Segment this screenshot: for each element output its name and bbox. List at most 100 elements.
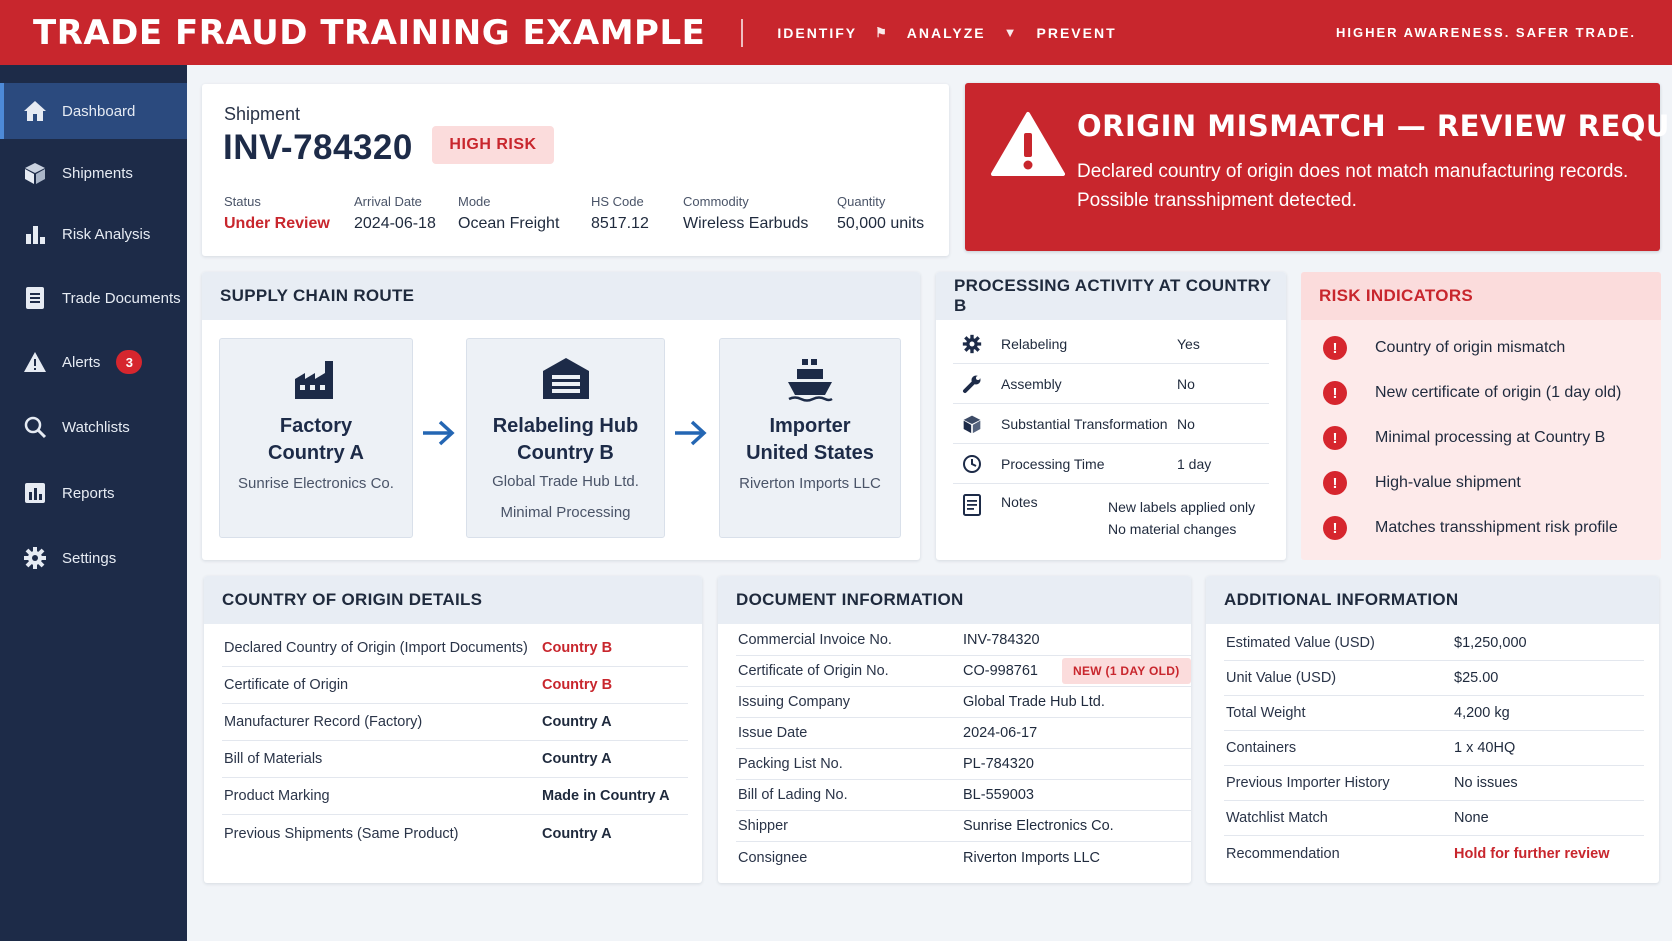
document-row: Packing List No. PL-784320 [736, 749, 1191, 780]
origin-row: Product Marking Made in Country A [222, 778, 688, 815]
sidebar-item-label: Settings [62, 549, 117, 567]
country-of-origin-card: COUNTRY OF ORIGIN DETAILS Declared Count… [204, 576, 702, 883]
gear-icon [22, 545, 48, 571]
route-node-importer[interactable]: Importer United States Riverton Imports … [719, 338, 901, 538]
field-key: Arrival Date [354, 194, 422, 209]
origin-key: Certificate of Origin [224, 677, 349, 693]
risk-indicator-item: ! High-value shipment [1323, 468, 1521, 498]
alert-circle-icon: ! [1323, 471, 1347, 495]
document-value: PL-784320 [963, 756, 1034, 772]
node-title-line: Country A [268, 442, 364, 464]
sidebar-item-dashboard[interactable]: Dashboard [0, 83, 187, 139]
sidebar-item-risk-analysis[interactable]: Risk Analysis [0, 206, 187, 262]
document-row: Consignee Riverton Imports LLC [736, 842, 1191, 873]
sidebar-item-shipments[interactable]: Shipments [0, 145, 187, 201]
origin-row: Previous Shipments (Same Product) Countr… [222, 815, 688, 852]
processing-key: Processing Time [1001, 455, 1105, 472]
document-row: Issuing Company Global Trade Hub Ltd. [736, 687, 1191, 718]
additional-key: Total Weight [1226, 705, 1306, 721]
flag-icon: ⚑ [875, 24, 889, 40]
document-value: 2024-06-17 [963, 725, 1038, 741]
origin-value: Made in Country A [542, 788, 670, 804]
origin-value: Country A [542, 825, 612, 842]
processing-value: No [1177, 415, 1195, 432]
document-value: Sunrise Electronics Co. [963, 818, 1114, 834]
processing-value: Yes [1177, 335, 1200, 352]
arrow-right-icon [423, 420, 455, 446]
origin-value: Country B [542, 677, 613, 693]
field-value: 8517.12 [591, 215, 649, 232]
risk-indicator-item: ! New certificate of origin (1 day old) [1323, 378, 1621, 408]
node-title-line: Relabeling Hub [492, 415, 639, 437]
section-title: DOCUMENT INFORMATION [718, 576, 1191, 624]
sidebar-item-label: Alerts [62, 353, 101, 371]
processing-key: Relabeling [1001, 335, 1068, 352]
additional-key: Estimated Value (USD) [1226, 635, 1375, 651]
document-key: Packing List No. [738, 756, 843, 772]
alert-circle-icon: ! [1323, 381, 1347, 405]
sidebar-item-alerts[interactable]: Alerts 3 [0, 334, 187, 390]
ship-icon [788, 359, 833, 402]
route-node-relabeling-hub[interactable]: Relabeling Hub Country B Global Trade Hu… [466, 338, 665, 538]
origin-row: Declared Country of Origin (Import Docum… [222, 630, 688, 667]
sidebar-item-reports[interactable]: Reports [0, 465, 187, 521]
alert-circle-icon: ! [1323, 516, 1347, 540]
node-note: Minimal Processing [500, 504, 631, 521]
risk-indicator-item: ! Matches transshipment risk profile [1323, 513, 1618, 543]
alert-title: ORIGIN MISMATCH — REVIEW REQUIRED [1077, 109, 1672, 143]
processing-key: Notes [1001, 494, 1038, 510]
field-commodity: Commodity Wireless Earbuds [683, 194, 808, 233]
field-arrival-date: Arrival Date 2024-06-18 [354, 194, 436, 233]
sidebar-item-settings[interactable]: Settings [0, 530, 187, 586]
document-value: Riverton Imports LLC [963, 849, 1100, 866]
field-key: Commodity [683, 194, 749, 209]
node-title: Importer United States [720, 413, 900, 467]
processing-activity-card: PROCESSING ACTIVITY AT COUNTRY B Relabel… [936, 272, 1286, 560]
origin-key: Product Marking [224, 788, 330, 804]
alert-circle-icon: ! [1323, 426, 1347, 450]
sidebar-item-label: Shipments [62, 164, 133, 182]
additional-value: None [1454, 810, 1489, 826]
warning-icon [991, 112, 1065, 176]
shipment-label: Shipment [224, 104, 301, 124]
node-title-line: United States [746, 442, 874, 464]
processing-key: Substantial Transformation [1001, 415, 1168, 432]
processing-value: 1 day [1177, 455, 1212, 472]
document-value: BL-559003 [963, 787, 1034, 803]
header-divider [741, 18, 744, 47]
additional-key: Unit Value (USD) [1226, 670, 1337, 686]
additional-key: Previous Importer History [1226, 775, 1390, 791]
step-prevent: PREVENT [1036, 24, 1117, 41]
sidebar: Dashboard Shipments Risk Analysis Trade … [0, 65, 187, 941]
field-key: Status [224, 194, 261, 209]
origin-value: Country A [542, 751, 612, 767]
sidebar-item-label: Watchlists [62, 418, 130, 436]
field-hs-code: HS Code 8517.12 [591, 194, 649, 233]
risk-level-badge: HIGH RISK [432, 126, 554, 164]
route-node-factory[interactable]: Factory Country A Sunrise Electronics Co… [219, 338, 413, 538]
field-key: Mode [458, 194, 491, 209]
top-header: TRADE FRAUD TRAINING EXAMPLE IDENTIFY ⚑ … [0, 0, 1672, 65]
node-title: Relabeling Hub Country B [467, 413, 664, 467]
document-key: Bill of Lading No. [738, 787, 848, 803]
origin-key: Declared Country of Origin (Import Docum… [224, 640, 528, 656]
document-row: Issue Date 2024-06-17 [736, 718, 1191, 749]
document-row: Shipper Sunrise Electronics Co. [736, 811, 1191, 842]
bar-chart-icon [22, 221, 48, 247]
additional-key: Recommendation [1226, 845, 1340, 862]
node-title: Factory Country A [220, 413, 412, 467]
notes-icon [959, 494, 985, 516]
sidebar-item-label: Dashboard [62, 102, 136, 120]
risk-indicator-item: ! Minimal processing at Country B [1323, 423, 1605, 453]
document-key: Commercial Invoice No. [738, 632, 892, 648]
sidebar-item-watchlists[interactable]: Watchlists [0, 399, 187, 455]
section-title: PROCESSING ACTIVITY AT COUNTRY B [936, 272, 1286, 320]
wrench-icon [959, 373, 985, 395]
sidebar-item-trade-documents[interactable]: Trade Documents [0, 270, 187, 326]
gear-icon [959, 333, 985, 355]
document-key: Issuing Company [738, 694, 851, 710]
document-value: INV-784320 [963, 632, 1040, 648]
document-row: Commercial Invoice No. INV-784320 [736, 625, 1191, 656]
document-information-card: DOCUMENT INFORMATION Commercial Invoice … [718, 576, 1191, 883]
field-value: Ocean Freight [458, 215, 560, 232]
